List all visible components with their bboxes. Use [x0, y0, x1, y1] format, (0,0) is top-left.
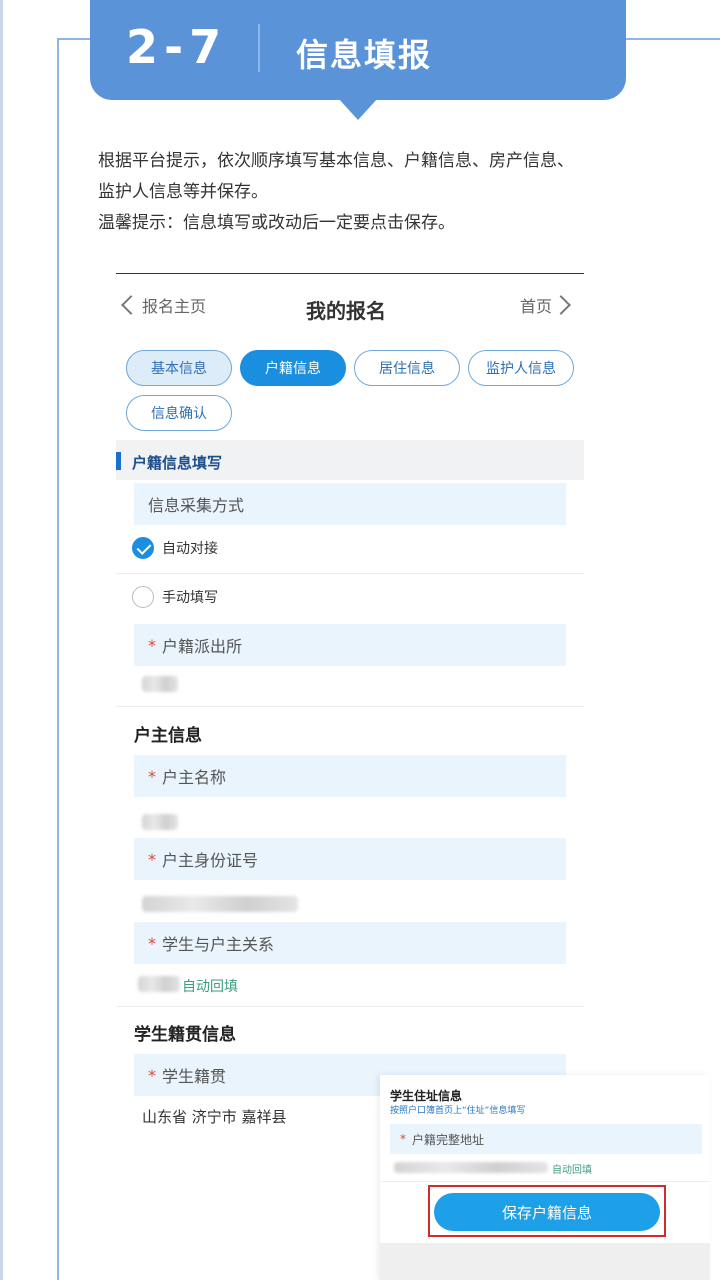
tab-basic-info[interactable]: 基本信息 [126, 350, 232, 386]
address-label: * 户籍完整地址 [390, 1124, 702, 1154]
required-mark: * [148, 933, 156, 953]
back-label: 报名主页 [142, 297, 207, 316]
radio-checked-icon[interactable] [132, 537, 154, 559]
required-mark: * [400, 1132, 406, 1146]
label-text: 户籍完整地址 [412, 1132, 485, 1147]
intro-text: 根据平台提示，依次顺序填写基本信息、户籍信息、房产信息、 监护人信息等并保存。 … [98, 146, 638, 239]
group-title-origin: 学生籍贯信息 [134, 1025, 236, 1045]
card-footer [380, 1243, 710, 1280]
option-manual[interactable]: 手动填写 [132, 586, 218, 608]
autofill-hint: 自动回填 [552, 1165, 592, 1176]
frame-border [57, 38, 59, 1280]
home-label: 首页 [520, 297, 553, 316]
option-label: 手动填写 [162, 590, 218, 606]
required-mark: * [148, 635, 156, 655]
option-label: 自动对接 [162, 541, 218, 557]
section-header: 户籍信息填写 [116, 440, 584, 480]
label-text: 信息采集方式 [148, 496, 245, 515]
address-card: 学生住址信息 按照户口簿首页上“住址”信息填写 * 户籍完整地址 自动回填 保存… [380, 1075, 710, 1280]
save-household-button[interactable]: 保存户籍信息 [434, 1193, 660, 1231]
chevron-right-icon [551, 295, 571, 315]
page-title: 我的报名 [306, 299, 386, 323]
redacted-value [142, 676, 178, 692]
divider [116, 1006, 584, 1007]
banner-pointer [338, 98, 378, 120]
police-station-label: * 户籍派出所 [134, 624, 566, 666]
screen-top-border [116, 273, 584, 274]
head-name-label: * 户主名称 [134, 755, 566, 797]
redacted-value [142, 896, 298, 912]
label-text: 学生与户主关系 [162, 935, 275, 954]
chevron-left-icon [121, 295, 141, 315]
section-title: 户籍信息填写 [132, 454, 223, 472]
intro-line: 监护人信息等并保存。 [98, 182, 268, 202]
divider [116, 706, 584, 707]
group-title-head: 户主信息 [134, 726, 202, 746]
tab-residence-info[interactable]: 居住信息 [354, 350, 460, 386]
head-id-label: * 户主身份证号 [134, 838, 566, 880]
required-mark: * [148, 1065, 156, 1085]
redacted-value [394, 1162, 548, 1173]
redacted-value [138, 976, 180, 992]
step-title: 信息填报 [296, 36, 433, 74]
collection-method-label: 信息采集方式 [134, 483, 566, 525]
origin-value[interactable]: 山东省 济宁市 嘉祥县 [142, 1106, 287, 1127]
label-text: 户籍派出所 [162, 637, 243, 656]
intro-line: 根据平台提示，依次顺序填写基本信息、户籍信息、房产信息、 [98, 151, 574, 171]
radio-unchecked-icon[interactable] [132, 586, 154, 608]
divider [116, 573, 584, 574]
intro-tip: 温馨提示：信息填写或改动后一定要点击保存。 [98, 213, 455, 233]
label-text: 户主身份证号 [162, 851, 259, 870]
relation-label: * 学生与户主关系 [134, 922, 566, 964]
step-number: 2-7 [126, 20, 228, 74]
back-button[interactable]: 报名主页 [121, 293, 207, 317]
tab-confirm-info[interactable]: 信息确认 [126, 395, 232, 431]
card-subtitle: 按照户口簿首页上“住址”信息填写 [390, 1106, 526, 1116]
step-banner: 2-7 信息填报 [90, 0, 626, 100]
redacted-value [142, 814, 178, 830]
banner-divider [258, 24, 260, 72]
page-edge [0, 0, 3, 1280]
required-mark: * [148, 766, 156, 786]
autofill-hint: 自动回填 [182, 979, 238, 995]
frame-border-top [620, 38, 720, 40]
label-text: 学生籍贯 [162, 1067, 227, 1086]
card-title: 学生住址信息 [390, 1089, 463, 1103]
required-mark: * [148, 849, 156, 869]
divider [380, 1181, 710, 1182]
label-text: 户主名称 [162, 768, 227, 787]
option-auto[interactable]: 自动对接 [132, 537, 218, 559]
tab-household-info[interactable]: 户籍信息 [240, 350, 346, 386]
home-button[interactable]: 首页 [520, 293, 571, 317]
tab-guardian-info[interactable]: 监护人信息 [468, 350, 574, 386]
section-marker [116, 452, 121, 470]
